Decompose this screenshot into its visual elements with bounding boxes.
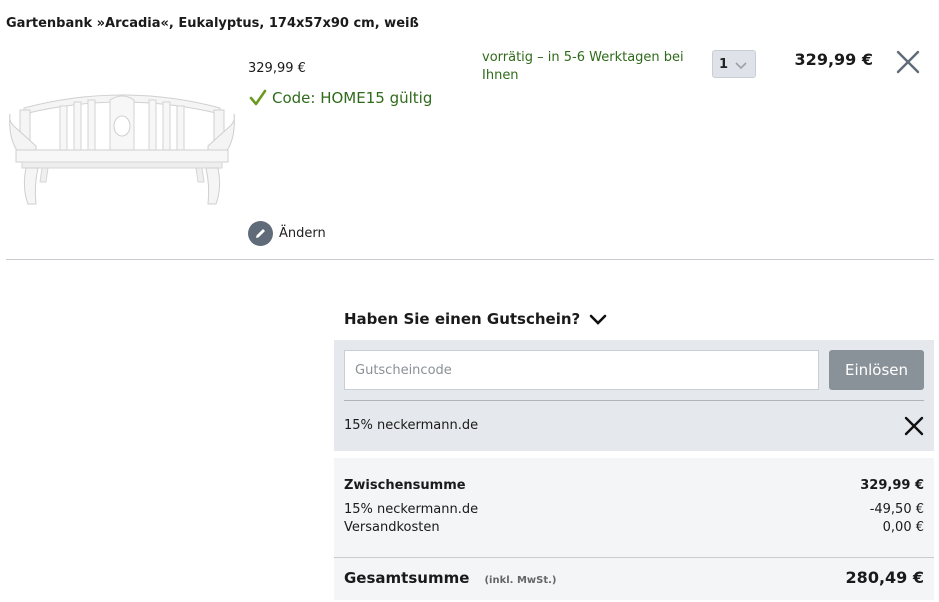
edit-item-button[interactable]: Ändern <box>248 221 326 246</box>
quantity-select[interactable]: 1 <box>712 50 756 78</box>
chevron-down-icon <box>588 309 608 329</box>
remove-voucher-button[interactable] <box>902 414 926 438</box>
voucher-code-input[interactable] <box>344 350 819 390</box>
line-total: 329,99 € <box>794 50 873 69</box>
shipping-value: 0,00 € <box>882 520 924 535</box>
voucher-toggle-label: Haben Sie einen Gutschein? <box>344 310 581 328</box>
divider <box>6 259 934 260</box>
pencil-icon <box>248 221 273 246</box>
order-summary: Zwischensumme 329,99 € 15% neckermann.de… <box>334 458 934 600</box>
quantity-value: 1 <box>719 56 729 72</box>
total-row: Gesamtsumme (inkl. MwSt.) 280,49 € <box>344 568 924 587</box>
voucher-panel: Einlösen 15% neckermann.de <box>334 340 934 451</box>
applied-voucher-label: 15% neckermann.de <box>344 418 479 433</box>
product-title: Gartenbank »Arcadia«, Eukalyptus, 174x57… <box>6 16 419 31</box>
total-value: 280,49 € <box>845 568 924 587</box>
voucher-separator <box>344 400 924 401</box>
total-label: Gesamtsumme <box>344 569 470 587</box>
chevron-down-icon <box>734 57 748 71</box>
discount-label: 15% neckermann.de <box>344 502 479 517</box>
redeem-button[interactable]: Einlösen <box>829 350 924 390</box>
shipping-label: Versandkosten <box>344 520 440 535</box>
code-status-text: Code: HOME15 gültig <box>272 89 433 107</box>
check-icon <box>248 88 268 108</box>
voucher-toggle[interactable]: Haben Sie einen Gutschein? <box>344 309 608 329</box>
voucher-status: Code: HOME15 gültig <box>248 88 432 108</box>
shipping-row: Versandkosten 0,00 € <box>344 520 924 535</box>
discount-row: 15% neckermann.de -49,50 € <box>344 502 924 517</box>
total-note: (inkl. MwSt.) <box>484 575 557 586</box>
total-divider <box>334 557 934 558</box>
remove-item-button[interactable] <box>896 50 920 74</box>
close-icon <box>896 50 920 78</box>
subtotal-value: 329,99 € <box>860 478 924 493</box>
close-icon <box>902 416 926 442</box>
discount-value: -49,50 € <box>869 502 924 517</box>
product-image[interactable] <box>6 88 238 210</box>
edit-label: Ändern <box>279 226 326 241</box>
availability-text: vorrätig – in 5-6 Werktagen bei Ihnen <box>482 50 684 83</box>
unit-price: 329,99 € <box>248 61 306 76</box>
subtotal-row: Zwischensumme 329,99 € <box>344 478 924 493</box>
subtotal-label: Zwischensumme <box>344 478 466 493</box>
